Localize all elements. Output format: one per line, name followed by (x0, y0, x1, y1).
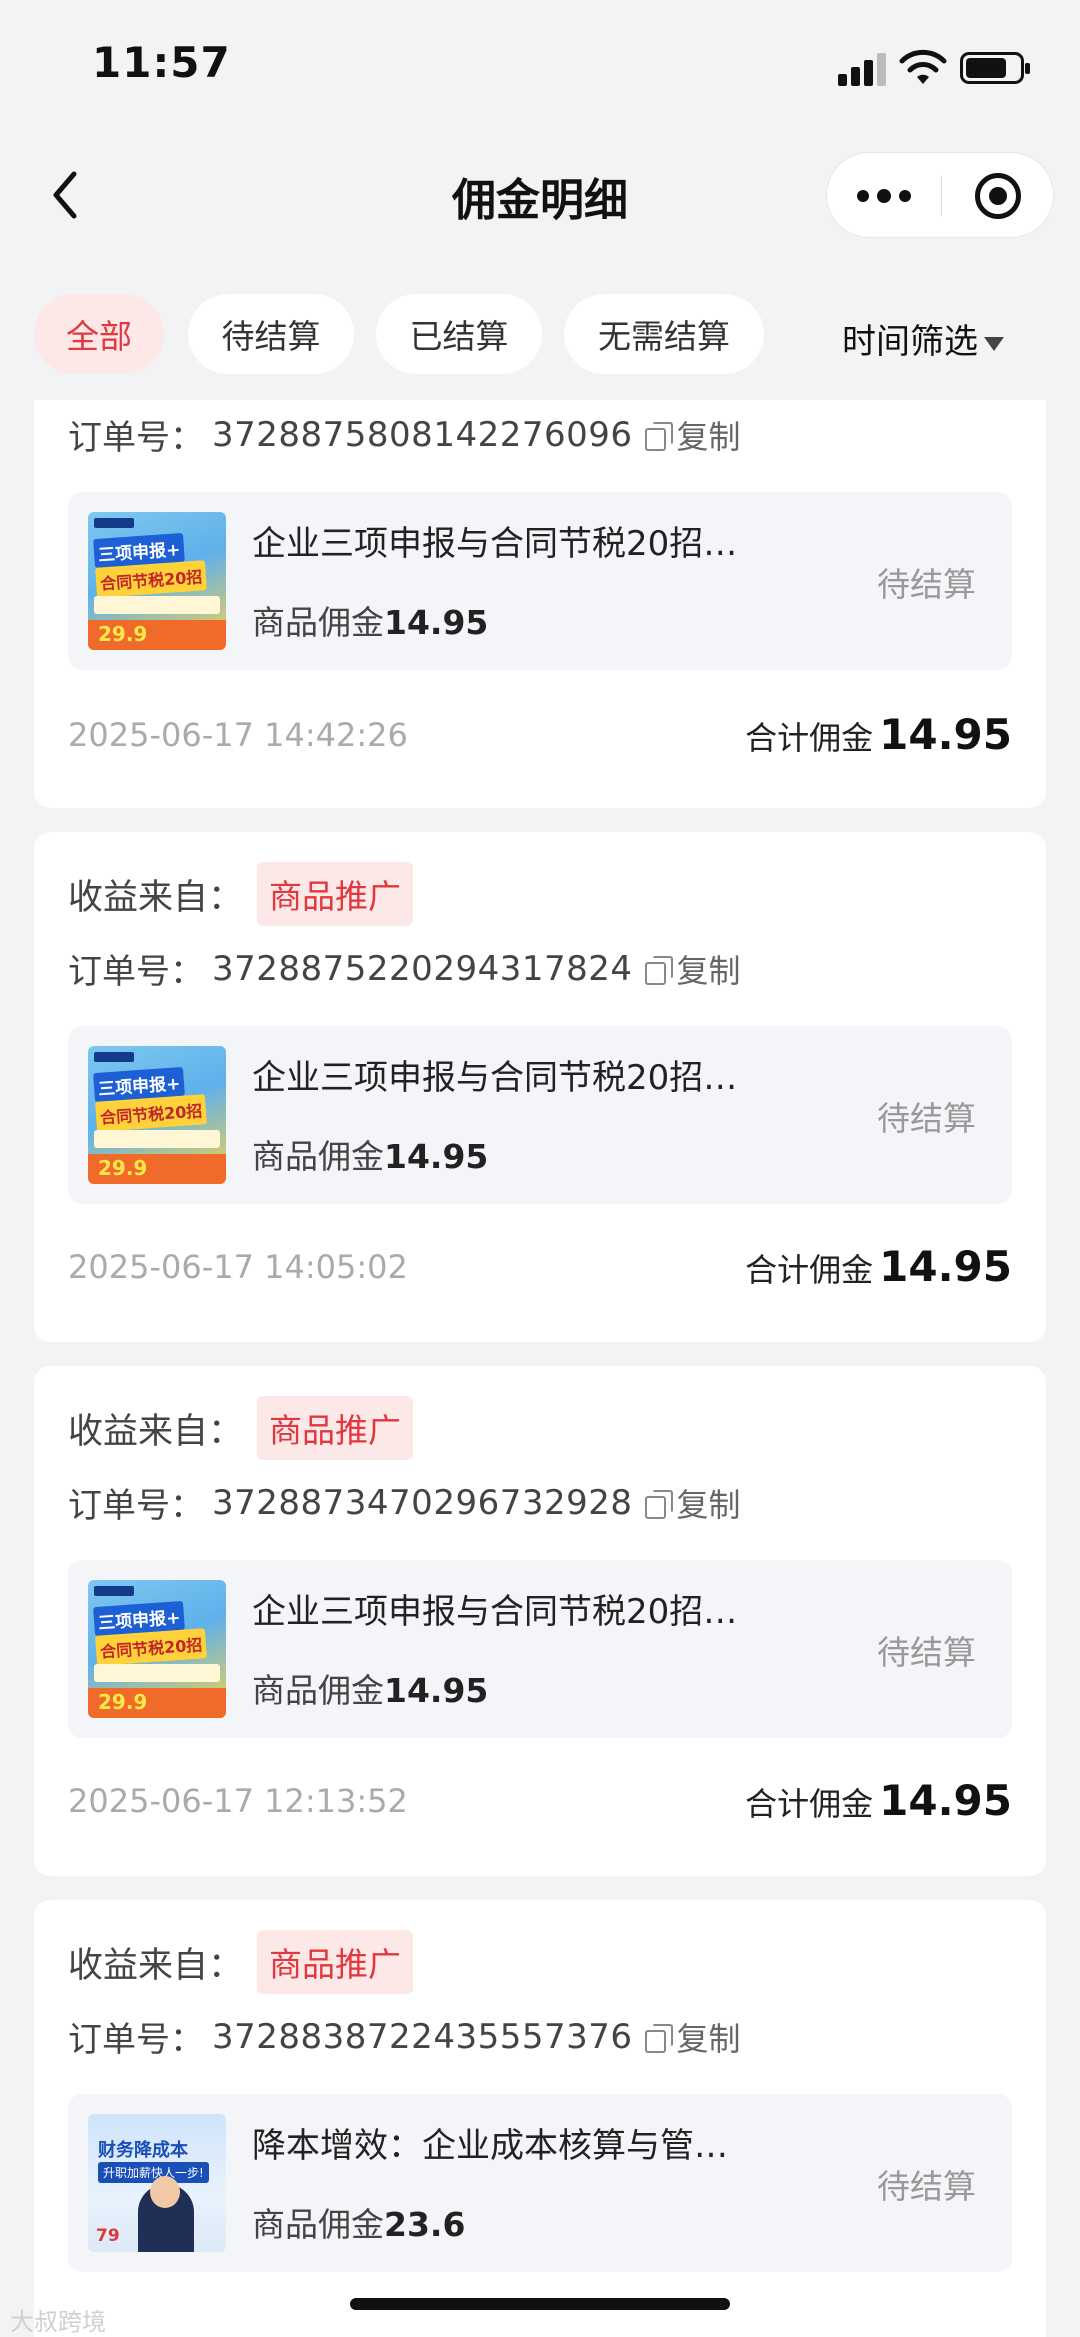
status-bar: 11:57 (0, 0, 1080, 130)
order-number-row: 订单号： 3728838722435557376 复制 (68, 2012, 741, 2061)
more-icon[interactable] (857, 183, 913, 209)
copy-icon[interactable] (644, 2023, 673, 2053)
source-label: 收益来自： (68, 877, 244, 918)
product-title: 降本增效：企业成本核算与管… (252, 2126, 728, 2166)
source-tag: 商品推广 (257, 1396, 414, 1460)
order-number: 3728875220294317824 (212, 948, 633, 989)
product-item[interactable]: 三项申报+ 合同节税20招 29.9 企业三项申报与合同节税20招… 商品佣金1… (68, 1560, 1012, 1738)
order-label: 订单号： (68, 418, 204, 458)
copy-button[interactable]: 复制 (677, 412, 741, 458)
product-item[interactable]: 三项申报+ 合同节税20招 29.9 企业三项申报与合同节税20招… 商品佣金1… (68, 492, 1012, 670)
order-timestamp: 2025-06-17 12:13:52 (68, 1781, 408, 1820)
capsule-divider (941, 175, 942, 217)
wifi-icon (899, 49, 947, 84)
total-commission: 合计佣金 14.95 (745, 1242, 1012, 1291)
copy-button[interactable]: 复制 (677, 2014, 741, 2060)
settlement-status: 待结算 (877, 1099, 976, 1138)
total-commission: 合计佣金 14.95 (745, 1776, 1012, 1825)
product-commission: 商品佣金14.95 (252, 1137, 489, 1176)
nav-bar: 佣金明细 (0, 130, 1080, 260)
total-commission: 合计佣金 14.95 (745, 710, 1012, 759)
order-number: 3728838722435557376 (212, 2016, 633, 2057)
caret-down-icon (984, 336, 1004, 351)
product-item[interactable]: 财务降成本 升职加薪快人一步! 79 降本增效：企业成本核算与管… 商品佣金23… (68, 2094, 1012, 2272)
source-label: 收益来自： (68, 1945, 244, 1986)
order-label: 订单号： (68, 2020, 204, 2060)
order-card: 收益来自： 商品推广 订单号： 3728838722435557376 复制 财… (34, 1900, 1046, 2337)
settlement-status: 待结算 (877, 2167, 976, 2206)
income-source-row: 收益来自： 商品推广 (68, 1396, 414, 1460)
order-card: 收益来自： 商品推广 订单号： 3728875220294317824 复制 三… (34, 832, 1046, 1342)
order-footer: 2025-06-17 12:13:52 合计佣金 14.95 (68, 1776, 1012, 1825)
income-source-row: 收益来自： 商品推广 (68, 862, 414, 926)
source-label: 收益来自： (68, 1411, 244, 1452)
product-commission: 商品佣金14.95 (252, 603, 489, 642)
copy-button[interactable]: 复制 (677, 946, 741, 992)
close-miniprogram-icon[interactable] (975, 173, 1021, 219)
income-source-row: 收益来自： 商品推广 (68, 1930, 414, 1994)
tab-all[interactable]: 全部 (34, 294, 164, 374)
copy-icon[interactable] (644, 421, 673, 451)
source-tag: 商品推广 (257, 1930, 414, 1994)
time-filter-dropdown[interactable]: 时间筛选 (842, 314, 1004, 363)
filter-tabs: 全部 待结算 已结算 无需结算 时间筛选 (0, 290, 1080, 380)
product-item[interactable]: 三项申报+ 合同节税20招 29.9 企业三项申报与合同节税20招… 商品佣金1… (68, 1026, 1012, 1204)
product-commission: 商品佣金14.95 (252, 1671, 489, 1710)
product-thumbnail: 财务降成本 升职加薪快人一步! 79 (88, 2114, 226, 2252)
order-card: 订单号： 3728875808142276096 复制 三项申报+ 合同节税20… (34, 400, 1046, 808)
product-commission: 商品佣金23.6 (252, 2205, 466, 2244)
settlement-status: 待结算 (877, 565, 976, 604)
status-time: 11:57 (92, 38, 231, 87)
product-title: 企业三项申报与合同节税20招… (252, 1058, 738, 1098)
copy-icon[interactable] (644, 1489, 673, 1519)
order-footer: 2025-06-17 14:05:02 合计佣金 14.95 (68, 1242, 1012, 1291)
tab-no-settlement[interactable]: 无需结算 (564, 294, 764, 374)
product-title: 企业三项申报与合同节税20招… (252, 524, 738, 564)
home-indicator (350, 2298, 730, 2310)
product-title: 企业三项申报与合同节税20招… (252, 1592, 738, 1632)
settlement-status: 待结算 (877, 1633, 976, 1672)
time-filter-label: 时间筛选 (842, 322, 978, 362)
order-number-row: 订单号： 3728875808142276096 复制 (68, 410, 741, 459)
product-thumbnail: 三项申报+ 合同节税20招 29.9 (88, 512, 226, 650)
watermark: 大叔跨境 (10, 2308, 106, 2336)
order-label: 订单号： (68, 952, 204, 992)
product-thumbnail: 三项申报+ 合同节税20招 29.9 (88, 1580, 226, 1718)
order-card: 收益来自： 商品推广 订单号： 3728873470296732928 复制 三… (34, 1366, 1046, 1876)
cellular-signal-icon (838, 52, 886, 86)
order-number: 3728875808142276096 (212, 414, 633, 455)
mini-program-capsule (826, 152, 1054, 238)
copy-button[interactable]: 复制 (677, 1480, 741, 1526)
order-timestamp: 2025-06-17 14:42:26 (68, 715, 408, 754)
order-number-row: 订单号： 3728875220294317824 复制 (68, 944, 741, 993)
tab-settled[interactable]: 已结算 (376, 294, 542, 374)
order-footer: 2025-06-17 14:42:26 合计佣金 14.95 (68, 710, 1012, 759)
order-label: 订单号： (68, 1486, 204, 1526)
product-thumbnail: 三项申报+ 合同节税20招 29.9 (88, 1046, 226, 1184)
battery-icon (960, 52, 1030, 84)
tab-pending[interactable]: 待结算 (188, 294, 354, 374)
order-number-row: 订单号： 3728873470296732928 复制 (68, 1478, 741, 1527)
source-tag: 商品推广 (257, 862, 414, 926)
order-number: 3728873470296732928 (212, 1482, 633, 1523)
order-timestamp: 2025-06-17 14:05:02 (68, 1247, 408, 1286)
copy-icon[interactable] (644, 955, 673, 985)
